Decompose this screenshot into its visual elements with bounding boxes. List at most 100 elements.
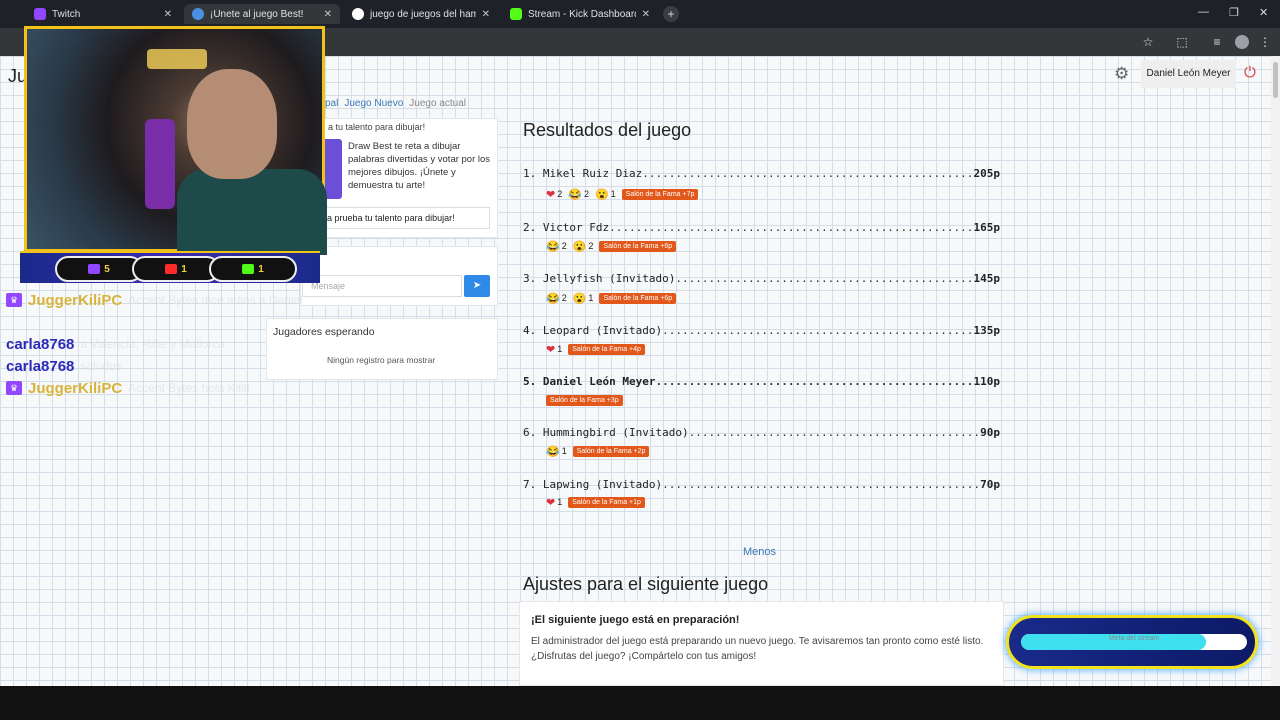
result-name: Victor Fdz bbox=[542, 221, 610, 234]
user-name-button[interactable]: Daniel León Meyer bbox=[1141, 60, 1236, 88]
tab-join-game[interactable]: ¡Únete al juego Best! ✕ bbox=[184, 4, 340, 24]
bookmark-star-icon[interactable]: ☆ bbox=[1141, 35, 1155, 49]
result-name: Hummingbird (Invitado) bbox=[542, 426, 689, 439]
result-points: 110p bbox=[973, 375, 1001, 388]
breadcrumb-home[interactable]: pal bbox=[325, 98, 338, 109]
result-badges: 😂 2 😮 1 Salón de la Fama +6p bbox=[546, 291, 677, 305]
browser-tab-bar: Twitch ✕ ¡Únete al juego Best! ✕ juego d… bbox=[0, 0, 1280, 28]
google-icon bbox=[352, 8, 364, 20]
twitch-viewer-count: 5 bbox=[55, 256, 143, 282]
hall-of-fame-badge: Salón de la Fama +7p bbox=[621, 188, 699, 200]
result-row: 4. Leopard (Invitado) 135p bbox=[523, 324, 1000, 337]
breadcrumb-new-game[interactable]: Juego Nuevo bbox=[344, 98, 403, 109]
tab-kick[interactable]: Stream - Kick Dashboard ✕ bbox=[502, 4, 658, 24]
next-game-card: ¡El siguiente juego está en preparación!… bbox=[519, 601, 1004, 686]
laugh-reaction: 😂 2 bbox=[568, 188, 589, 201]
result-rank: 2. bbox=[523, 221, 537, 234]
waiting-players-empty: Ningún registro para mostrar bbox=[327, 355, 436, 365]
game-card-title: a tu talento para dibujar! bbox=[328, 122, 426, 132]
heart-reaction: ❤ 1 bbox=[546, 343, 563, 356]
result-rank: 3. bbox=[523, 272, 537, 285]
close-tab-icon[interactable]: ✕ bbox=[642, 9, 650, 20]
result-badges: Salón de la Fama +3p bbox=[546, 393, 623, 407]
laugh-reaction: 😂 2 bbox=[546, 292, 567, 305]
chat-text: Accent Bytes hola Kiliti bbox=[128, 381, 250, 395]
minimize-icon[interactable]: — bbox=[1198, 6, 1209, 18]
results-title: Resultados del juego bbox=[523, 120, 692, 140]
send-message-button[interactable]: ➤ bbox=[464, 275, 490, 297]
gear-icon[interactable]: ⚙ bbox=[1114, 64, 1129, 84]
result-rank: 5. bbox=[523, 375, 537, 388]
result-name: Leopard (Invitado) bbox=[542, 324, 663, 337]
chat-username: carla8768 bbox=[6, 335, 75, 353]
laugh-reaction: 😂 2 bbox=[546, 240, 567, 253]
hall-of-fame-badge: Salón de la Fama +3p bbox=[546, 394, 623, 406]
result-row: 6. Hummingbird (Invitado) 90p bbox=[523, 426, 1000, 439]
close-window-icon[interactable]: ✕ bbox=[1259, 6, 1268, 19]
result-row: 7. Lapwing (Invitado) 70p bbox=[523, 478, 1000, 491]
wow-icon: 😮 bbox=[594, 188, 609, 201]
maximize-icon[interactable]: ❐ bbox=[1229, 6, 1239, 19]
breadcrumb: pal Juego Nuevo Juego actual bbox=[325, 98, 466, 109]
new-tab-button[interactable]: + bbox=[663, 6, 679, 22]
tab-search[interactable]: juego de juegos del hambre - ✕ bbox=[344, 4, 498, 24]
subscriber-badge-icon: ♛ bbox=[6, 381, 22, 395]
page-scrollbar[interactable] bbox=[1271, 56, 1280, 686]
result-name: Lapwing (Invitado) bbox=[542, 478, 663, 491]
result-points: 70p bbox=[980, 478, 1000, 491]
media-icon[interactable]: ≡ bbox=[1210, 35, 1224, 49]
chat-message: ♛ JuggerKiliPC Accent Bytes dice adios a… bbox=[6, 289, 306, 311]
microphone-shape bbox=[145, 119, 175, 209]
laugh-icon: 😂 bbox=[546, 445, 560, 458]
heart-reaction: ❤ 1 bbox=[546, 496, 563, 509]
hall-of-fame-badge: Salón de la Fama +4p bbox=[568, 343, 645, 355]
laugh-reaction: 😂 1 bbox=[546, 445, 567, 458]
wow-reaction: 😮 1 bbox=[594, 188, 616, 201]
stream-goal-widget: Meta del stream bbox=[1006, 615, 1258, 669]
twitch-icon bbox=[34, 8, 46, 20]
scrollbar-thumb[interactable] bbox=[1273, 62, 1278, 98]
chat-message: carla8768 a Valencia, Ribe y Mallorca bbox=[6, 333, 306, 355]
stream-chat-overlay: ♛ JuggerKiliPC Accent Bytes dice adios a… bbox=[6, 289, 306, 399]
close-tab-icon[interactable]: ✕ bbox=[324, 9, 332, 20]
next-game-heading: ¡El siguiente juego está en preparación! bbox=[531, 614, 740, 626]
close-tab-icon[interactable]: ✕ bbox=[164, 9, 172, 20]
chat-message-input[interactable]: Mensaje bbox=[302, 275, 462, 297]
result-rank: 7. bbox=[523, 478, 537, 491]
extensions-icon[interactable]: ⬚ bbox=[1175, 35, 1189, 49]
youtube-viewer-count: 1 bbox=[132, 256, 220, 282]
chat-text: a Valencia, Ribe y Mallorca bbox=[80, 337, 225, 351]
chat-text: saludos bbox=[80, 359, 122, 373]
game-description: Draw Best te reta a dibujar palabras div… bbox=[348, 141, 491, 191]
result-row: 3. Jellyfish (Invitado) 145p bbox=[523, 272, 1000, 285]
menu-icon[interactable]: ⋮ bbox=[1258, 35, 1272, 49]
twitch-icon bbox=[88, 264, 101, 274]
chat-username: carla8768 bbox=[6, 357, 75, 375]
play-game-button[interactable]: a prueba tu talento para dibujar! bbox=[322, 207, 490, 229]
show-less-link[interactable]: Menos bbox=[743, 546, 776, 558]
result-badges: ❤ 1 Salón de la Fama +4p bbox=[546, 342, 645, 356]
result-row: 2. Victor Fdz 165p bbox=[523, 221, 1000, 234]
site-icon bbox=[192, 8, 204, 20]
wow-reaction: 😮 2 bbox=[572, 240, 594, 253]
result-name: Mikel Ruiz Diaz bbox=[542, 167, 643, 180]
close-tab-icon[interactable]: ✕ bbox=[482, 9, 490, 20]
result-rank: 6. bbox=[523, 426, 537, 439]
hall-of-fame-badge: Salón de la Fama +1p bbox=[568, 496, 645, 508]
heart-icon: ❤ bbox=[546, 496, 556, 509]
power-icon[interactable]: ⏻ bbox=[1244, 64, 1256, 81]
subscriber-badge-icon: ♛ bbox=[6, 293, 22, 307]
chat-text: Accent Bytes dice adios a Daniel bbox=[128, 293, 303, 307]
hall-of-fame-badge: Salón de la Fama +6p bbox=[599, 240, 677, 252]
chat-message: ♛ JuggerKiliPC Accent Bytes hola Kiliti bbox=[6, 377, 306, 399]
hall-of-fame-badge: Salón de la Fama +6p bbox=[599, 292, 677, 304]
heart-icon: ❤ bbox=[546, 343, 556, 356]
result-rank: 4. bbox=[523, 324, 537, 337]
profile-avatar[interactable] bbox=[1235, 35, 1249, 49]
kick-viewer-count: 1 bbox=[209, 256, 297, 282]
next-game-body: El administrador del juego está preparan… bbox=[531, 636, 984, 662]
wow-icon: 😮 bbox=[572, 292, 587, 305]
tab-twitch[interactable]: Twitch ✕ bbox=[26, 4, 180, 24]
lamp-shape bbox=[147, 49, 207, 69]
result-points: 135p bbox=[973, 324, 1001, 337]
